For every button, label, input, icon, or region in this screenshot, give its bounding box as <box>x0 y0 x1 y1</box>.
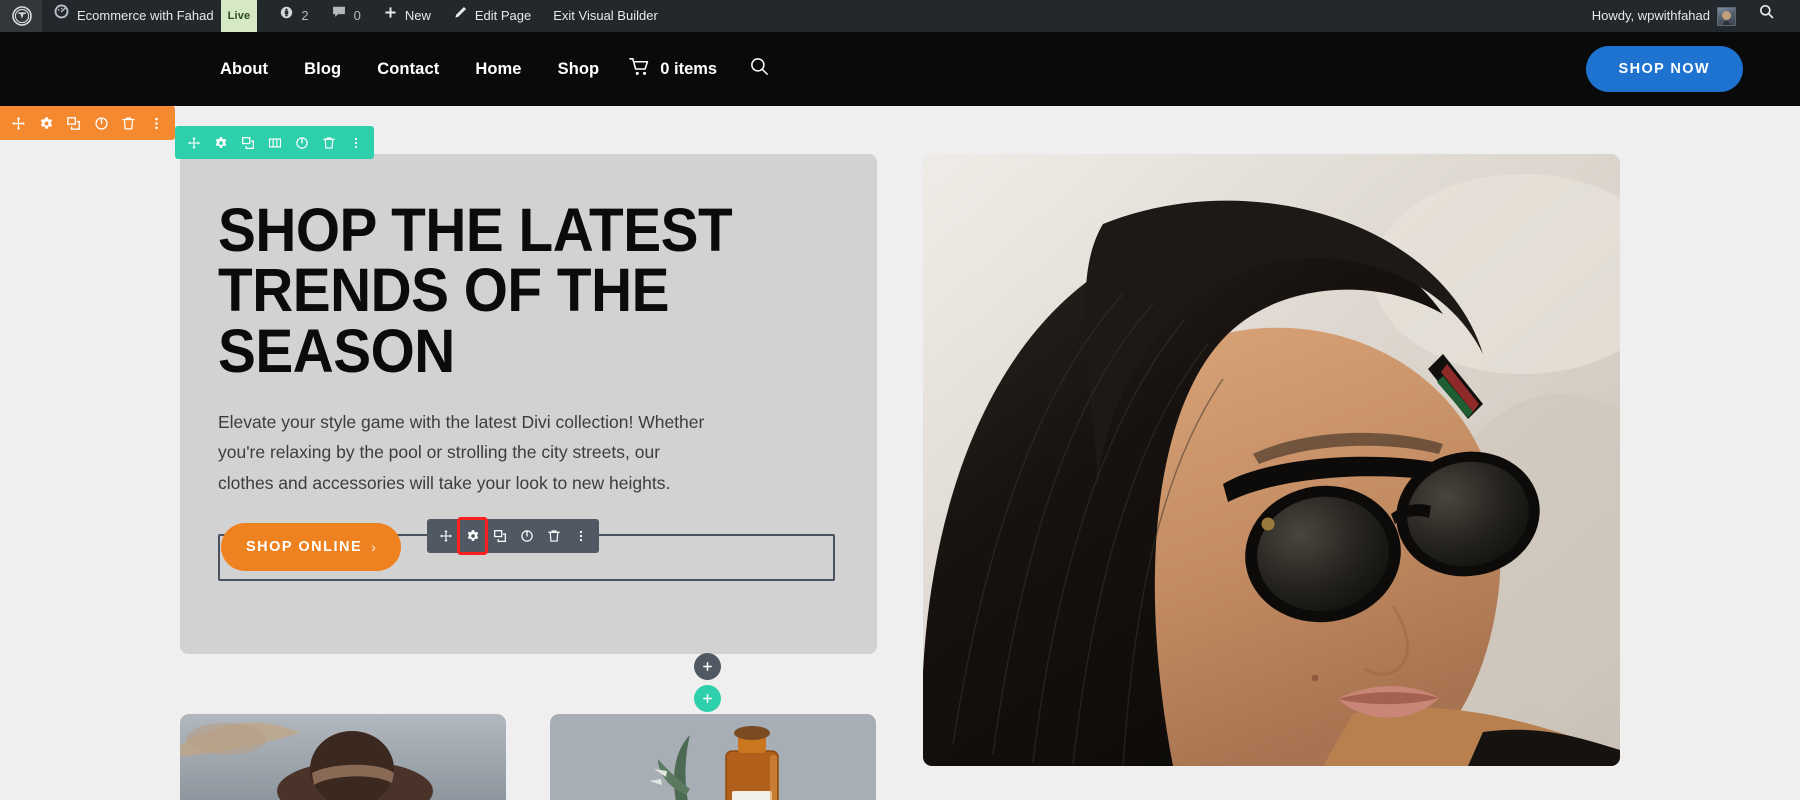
nav-item-contact[interactable]: Contact <box>359 60 457 79</box>
comment-bubble-icon <box>331 0 347 32</box>
power-icon[interactable] <box>288 126 315 159</box>
site-header: About Blog Contact Home Shop 0 items SHO… <box>0 32 1800 106</box>
shop-online-button[interactable]: SHOP ONLINE › <box>221 523 402 571</box>
move-handle-icon[interactable] <box>5 106 32 140</box>
visual-builder-screen: Ecommerce with Fahad Live 2 0 New Edit P… <box>0 0 1800 800</box>
hero-text-card: SHOP THE LATEST TRENDS OF THE SEASON Ele… <box>180 154 877 712</box>
nav-item-about[interactable]: About <box>202 60 286 79</box>
admin-bar-search[interactable] <box>1747 0 1786 32</box>
duplicate-icon[interactable] <box>234 126 261 159</box>
more-vertical-icon[interactable] <box>342 126 369 159</box>
wp-admin-bar: Ecommerce with Fahad Live 2 0 New Edit P… <box>0 0 1800 34</box>
add-module-icon[interactable] <box>694 653 721 680</box>
admin-bar-edit-page[interactable]: Edit Page <box>442 0 542 32</box>
admin-bar-updates[interactable]: 2 <box>268 0 319 32</box>
page-canvas: SHOP THE LATEST TRENDS OF THE SEASON Ele… <box>0 106 1800 800</box>
new-content-label: New <box>404 8 431 23</box>
nav-item-shop[interactable]: Shop <box>540 60 618 79</box>
duplicate-icon[interactable] <box>486 519 513 553</box>
admin-bar-new-content[interactable]: New <box>372 0 442 32</box>
admin-bar-my-account[interactable]: Howdy, wpwithfahad <box>1581 0 1747 32</box>
gear-icon[interactable] <box>207 126 234 159</box>
admin-bar-exit-visual-builder[interactable]: Exit Visual Builder <box>542 0 669 32</box>
trash-icon[interactable] <box>115 106 142 140</box>
hero-paragraph: Elevate your style game with the latest … <box>218 412 705 493</box>
module-toolbar <box>427 517 599 555</box>
cart-link[interactable]: 0 items <box>617 57 717 82</box>
pencil-icon <box>453 0 468 32</box>
columns-icon[interactable] <box>261 126 288 159</box>
move-handle-icon[interactable] <box>180 126 207 159</box>
more-vertical-icon[interactable] <box>567 519 594 553</box>
gear-icon[interactable] <box>33 106 60 140</box>
comments-count: 0 <box>353 8 361 23</box>
admin-bar-comments[interactable]: 0 <box>320 0 372 32</box>
updates-refresh-icon <box>279 0 294 32</box>
shopping-cart-icon <box>629 57 651 82</box>
user-avatar <box>1717 6 1736 26</box>
lower-card-2[interactable] <box>550 714 876 800</box>
wordpress-logo-icon[interactable] <box>0 0 42 32</box>
nav-item-home[interactable]: Home <box>457 60 539 79</box>
shop-online-label: SHOP ONLINE <box>246 539 363 555</box>
power-icon[interactable] <box>513 519 540 553</box>
gear-icon[interactable] <box>457 517 488 555</box>
plus-icon <box>383 0 398 32</box>
power-icon[interactable] <box>88 106 115 140</box>
admin-bar-right-group: Howdy, wpwithfahad <box>1581 0 1800 32</box>
hero-heading: SHOP THE LATEST TRENDS OF THE SEASON <box>218 196 733 385</box>
search-icon <box>1758 0 1775 32</box>
lower-card-row <box>180 714 1620 800</box>
move-handle-icon[interactable] <box>432 519 459 553</box>
cart-item-count: 0 items <box>660 59 718 78</box>
trash-icon[interactable] <box>315 126 342 159</box>
admin-bar-site-name[interactable]: Ecommerce with Fahad Live <box>42 0 268 34</box>
shop-now-button[interactable]: SHOP NOW <box>1585 46 1743 92</box>
section-toolbar <box>0 106 175 140</box>
add-row-icon[interactable] <box>694 685 721 712</box>
exit-visual-builder-label: Exit Visual Builder <box>553 8 658 23</box>
dashboard-speedometer-icon <box>53 0 70 32</box>
search-icon <box>749 56 770 82</box>
chevron-right-icon: › <box>371 539 378 555</box>
duplicate-icon[interactable] <box>60 106 87 140</box>
hero-row: SHOP THE LATEST TRENDS OF THE SEASON Ele… <box>175 126 1620 766</box>
lower-card-1[interactable] <box>180 714 506 800</box>
hero-image <box>923 154 1620 766</box>
site-name-label: Ecommerce with Fahad <box>77 8 214 23</box>
live-badge: Live <box>220 0 258 34</box>
row-toolbar <box>175 126 374 159</box>
admin-bar-left-group: Ecommerce with Fahad Live 2 0 New Edit P… <box>0 0 669 34</box>
edit-page-label: Edit Page <box>474 8 532 23</box>
primary-navigation: About Blog Contact Home Shop 0 items <box>202 56 770 82</box>
header-search-button[interactable] <box>749 56 770 82</box>
more-vertical-icon[interactable] <box>143 106 170 140</box>
howdy-label: Howdy, wpwithfahad <box>1591 8 1710 23</box>
trash-icon[interactable] <box>540 519 567 553</box>
nav-item-blog[interactable]: Blog <box>286 60 359 79</box>
updates-count: 2 <box>301 8 309 23</box>
